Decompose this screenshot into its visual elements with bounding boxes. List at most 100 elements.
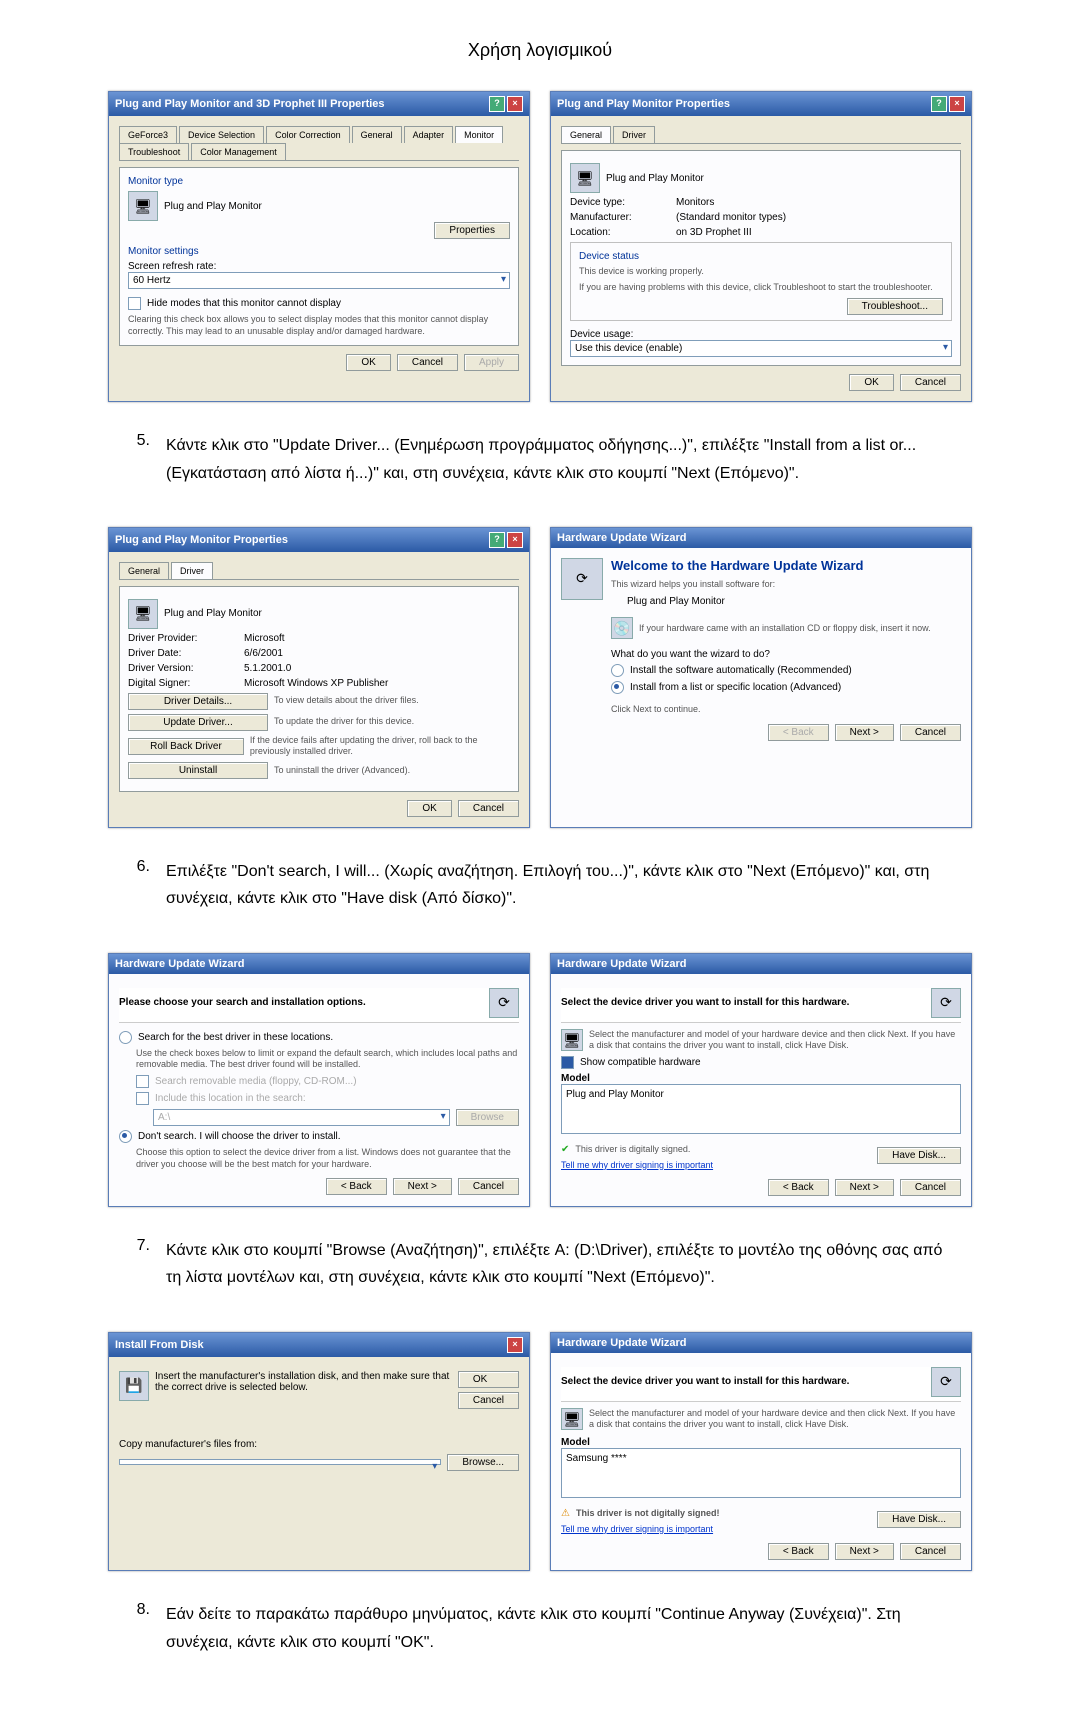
driver-provider-value: Microsoft [244,633,285,644]
properties-button[interactable]: Properties [434,222,510,239]
check-location-label: Include this location in the search: [155,1093,306,1104]
path-dropdown[interactable] [119,1459,441,1465]
window-title: Hardware Update Wizard [557,532,687,544]
cd-note: If your hardware came with an installati… [639,623,931,635]
device-status-text: This device is working properly. [579,266,943,278]
list-item[interactable]: Samsung **** [566,1453,956,1464]
driver-date-value: 6/6/2001 [244,648,283,659]
model-listbox[interactable]: Plug and Play Monitor [561,1084,961,1134]
tab-adapter[interactable]: Adapter [404,126,454,143]
cancel-button[interactable]: Cancel [458,1392,519,1409]
browse-button[interactable]: Browse... [447,1454,519,1471]
step-text: Κάντε κλικ στο κουμπί "Browse (Αναζήτηση… [166,1237,960,1291]
step-number: 6. [120,858,150,912]
cancel-button[interactable]: Cancel [900,1179,961,1196]
wizard-heading: Welcome to the Hardware Update Wizard [611,558,931,573]
radio-list[interactable] [611,681,624,694]
window-title: Install From Disk [115,1339,204,1351]
radio-dont-search[interactable] [119,1130,132,1143]
hide-modes-checkbox[interactable] [128,297,141,310]
hide-modes-label: Hide modes that this monitor cannot disp… [147,298,341,309]
update-driver-button[interactable]: Update Driver... [128,714,268,731]
next-button[interactable]: Next > [393,1178,452,1195]
ok-button[interactable]: OK [407,800,451,817]
digital-signer-label: Digital Signer: [128,678,238,689]
have-disk-button[interactable]: Have Disk... [877,1511,961,1528]
uninstall-button[interactable]: Uninstall [128,762,268,779]
monitor-settings-group: Monitor settings [128,246,510,257]
tab-driver[interactable]: Driver [171,562,213,579]
next-button[interactable]: Next > [835,1179,894,1196]
cancel-button[interactable]: Cancel [900,724,961,741]
window-title: Hardware Update Wizard [115,958,245,970]
why-signing-link[interactable]: Tell me why driver signing is important [561,1160,713,1170]
step-text: Επιλέξτε "Don't search, I will... (Χωρίς… [166,858,960,912]
why-signing-link[interactable]: Tell me why driver signing is important [561,1524,713,1534]
help-icon[interactable]: ? [489,532,505,548]
help-icon[interactable]: ? [931,96,947,112]
cancel-button[interactable]: Cancel [900,374,961,391]
rollback-driver-button[interactable]: Roll Back Driver [128,738,244,755]
cancel-button[interactable]: Cancel [458,800,519,817]
back-button[interactable]: < Back [768,1179,829,1196]
tab-geforce3[interactable]: GeForce3 [119,126,177,143]
radio-search[interactable] [119,1031,132,1044]
tab-general[interactable]: General [119,562,169,579]
driver-details-desc: To view details about the driver files. [274,695,419,707]
back-button[interactable]: < Back [768,1543,829,1560]
driver-details-button[interactable]: Driver Details... [128,693,268,710]
location-label: Location: [570,227,670,238]
disk-icon: 💾 [119,1371,149,1401]
troubleshoot-button[interactable]: Troubleshoot... [847,298,943,315]
close-icon[interactable]: × [949,96,965,112]
device-type-value: Monitors [676,197,714,208]
help-icon[interactable]: ? [489,96,505,112]
monitor-properties-window: Plug and Play Monitor and 3D Prophet III… [108,91,530,402]
tab-monitor[interactable]: Monitor [455,126,503,143]
wizard-icon: ⟳ [561,558,603,600]
compat-checkbox[interactable] [561,1056,574,1069]
manufacturer-value: (Standard monitor types) [676,212,786,223]
radio-search-label: Search for the best driver in these loca… [138,1032,333,1043]
tab-driver[interactable]: Driver [613,126,655,143]
device-usage-label: Device usage: [570,329,952,340]
location-value: on 3D Prophet III [676,227,752,238]
ok-button[interactable]: OK [346,354,390,371]
hardware-update-wizard-welcome: Hardware Update Wizard ⟳ Welcome to the … [550,527,972,828]
refresh-rate-dropdown[interactable]: 60 Hertz [128,272,510,289]
ok-button[interactable]: OK [458,1371,519,1388]
list-item[interactable]: Plug and Play Monitor [566,1089,956,1100]
back-button[interactable]: < Back [326,1178,387,1195]
close-icon[interactable]: × [507,96,523,112]
next-button[interactable]: Next > [835,1543,894,1560]
radio-auto[interactable] [611,664,624,677]
step-number: 8. [120,1601,150,1655]
next-hint: Click Next to continue. [611,704,931,716]
device-usage-dropdown[interactable]: Use this device (enable) [570,340,952,357]
model-listbox[interactable]: Samsung **** [561,1448,961,1498]
wizard-device: Plug and Play Monitor [627,596,931,607]
manufacturer-label: Manufacturer: [570,212,670,223]
close-icon[interactable]: × [507,532,523,548]
tab-general[interactable]: General [352,126,402,143]
have-disk-button[interactable]: Have Disk... [877,1147,961,1164]
check-removable [136,1075,149,1088]
cancel-button[interactable]: Cancel [397,354,458,371]
close-icon[interactable]: × [507,1337,523,1353]
tab-color-correction[interactable]: Color Correction [266,126,350,143]
browse-button: Browse [456,1109,519,1126]
warning-icon: ⚠ [561,1508,570,1519]
cancel-button[interactable]: Cancel [900,1543,961,1560]
tab-general[interactable]: General [561,126,611,143]
cancel-button[interactable]: Cancel [458,1178,519,1195]
wizard-select-driver-samsung: Hardware Update Wizard Select the device… [550,1332,972,1572]
ok-button[interactable]: OK [849,374,893,391]
radio-list-label: Install from a list or specific location… [630,682,841,693]
signed-text: This driver is digitally signed. [575,1144,690,1156]
tab-color-management[interactable]: Color Management [191,143,286,160]
driver-date-label: Driver Date: [128,648,238,659]
tab-device-selection[interactable]: Device Selection [179,126,264,143]
tab-troubleshoot[interactable]: Troubleshoot [119,143,189,160]
step-text: Εάν δείτε το παρακάτω παράθυρο μηνύματος… [166,1601,960,1655]
next-button[interactable]: Next > [835,724,894,741]
